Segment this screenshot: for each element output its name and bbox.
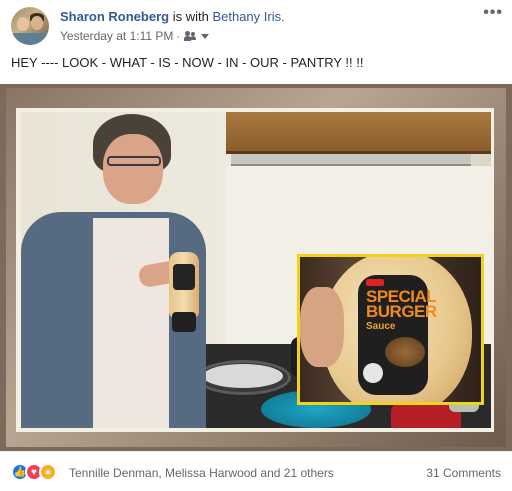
kitchen-cabinet bbox=[226, 112, 491, 154]
post-photo[interactable]: Special Burger Sauce bbox=[0, 84, 512, 451]
glasses bbox=[107, 156, 161, 166]
sauce-bottle-cap bbox=[172, 312, 196, 332]
brand-logo bbox=[366, 279, 384, 286]
woman-face bbox=[103, 134, 163, 204]
reaction-icons[interactable]: 👍 ♥ ● bbox=[11, 463, 57, 481]
with-text: is with bbox=[172, 9, 209, 24]
post-timestamp-link[interactable]: Yesterday at 1:11 PM bbox=[60, 29, 173, 43]
product-type: Sauce bbox=[366, 321, 396, 332]
comments-count-link[interactable]: 31 Comments bbox=[426, 466, 501, 480]
author-name-link[interactable]: Sharon Roneberg bbox=[60, 9, 169, 24]
meta-separator: · bbox=[176, 29, 181, 43]
post-meta: Yesterday at 1:11 PM · bbox=[60, 29, 210, 43]
reactions-summary-link[interactable]: Tennille Denman, Melissa Harwood and 21 … bbox=[69, 466, 334, 480]
wow-icon: ● bbox=[39, 463, 57, 481]
more-options-button[interactable]: ••• bbox=[483, 5, 503, 21]
range-hood bbox=[231, 154, 471, 166]
author-avatar[interactable] bbox=[11, 7, 49, 45]
tagged-user-link[interactable]: Bethany Iris. bbox=[212, 9, 284, 24]
closeup-hand bbox=[300, 287, 344, 367]
sauce-bottle-label bbox=[173, 264, 195, 290]
post-header-line: Sharon Roneberg is with Bethany Iris. bbox=[60, 9, 285, 24]
post-footer: 👍 ♥ ● Tennille Denman, Melissa Harwood a… bbox=[0, 451, 512, 491]
woman-shirt bbox=[93, 218, 169, 428]
post-text: HEY ---- LOOK - WHAT - IS - NOW - IN - O… bbox=[11, 55, 364, 70]
pan-lid bbox=[203, 364, 283, 388]
burger-image bbox=[385, 337, 425, 367]
product-name: Special Burger bbox=[366, 287, 437, 321]
post-header: Sharon Roneberg is with Bethany Iris. Ye… bbox=[0, 0, 512, 50]
product-badge bbox=[363, 363, 383, 383]
friends-icon[interactable] bbox=[184, 31, 197, 41]
product-closeup-inset: Special Burger Sauce bbox=[297, 254, 484, 405]
chevron-down-icon[interactable] bbox=[201, 33, 210, 39]
